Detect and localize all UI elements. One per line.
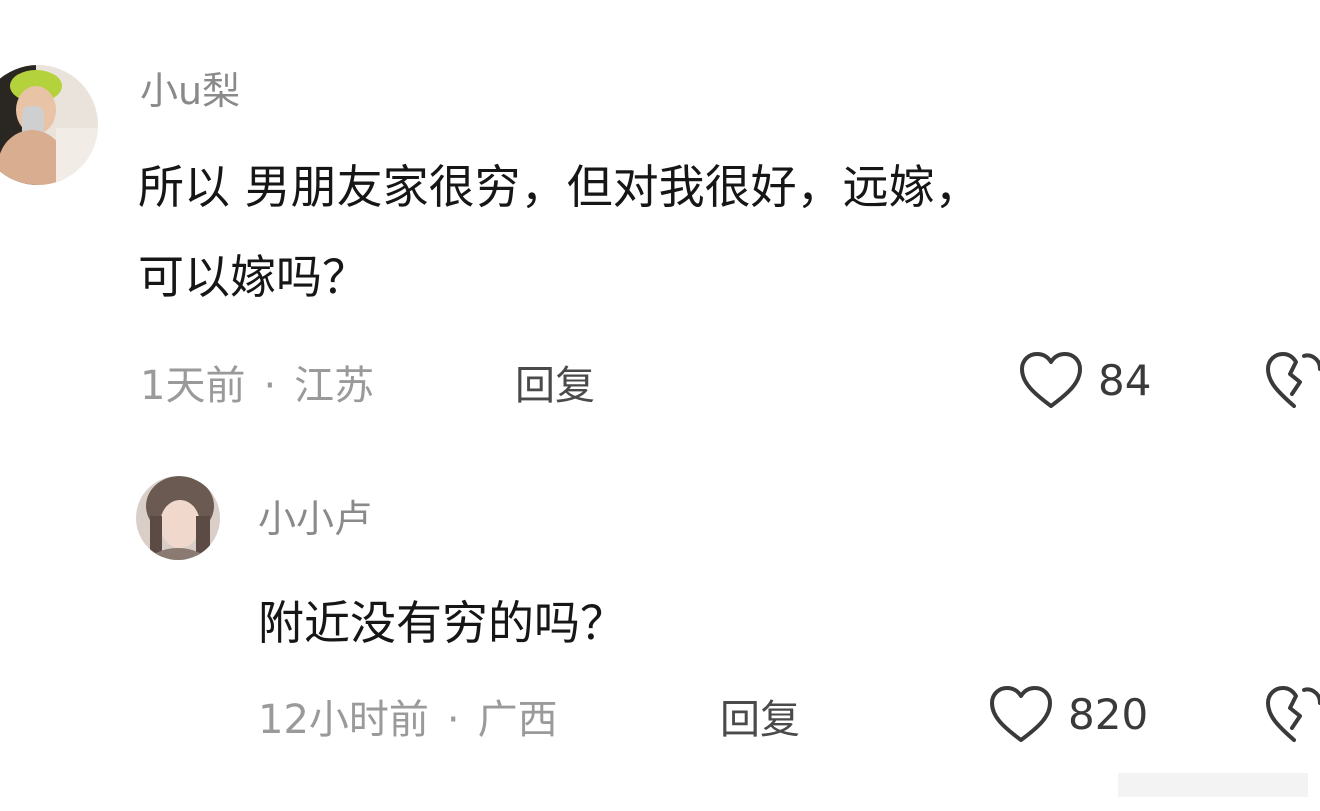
- meta-separator: ·: [263, 363, 277, 409]
- timestamp: 12小时前: [258, 697, 429, 743]
- avatar[interactable]: [0, 48, 102, 202]
- like-count: 84: [1098, 356, 1152, 405]
- location: 江苏: [294, 363, 375, 409]
- heart-icon: [1020, 352, 1082, 408]
- broken-heart-icon: [1266, 686, 1320, 742]
- watermark: [1118, 765, 1308, 805]
- reply-button[interactable]: 回复: [720, 700, 800, 740]
- dislike-button[interactable]: [1264, 350, 1320, 416]
- meta-separator: ·: [446, 697, 460, 743]
- broken-heart-icon: [1266, 352, 1320, 408]
- dislike-button[interactable]: [1264, 684, 1320, 750]
- watermark-graphic: [1118, 773, 1308, 797]
- heart-icon: [990, 686, 1052, 742]
- location: 广西: [477, 697, 558, 743]
- username[interactable]: 小小卢: [258, 500, 372, 538]
- comment-meta: 12小时前 · 广西: [258, 700, 558, 740]
- like-button[interactable]: 84: [1018, 350, 1151, 412]
- avatar[interactable]: [136, 476, 220, 560]
- comment-text: 附近没有穷的吗？: [258, 596, 626, 650]
- comment-text: 所以 男朋友家很穷，但对我很好，远嫁， 可以嫁吗？: [138, 160, 981, 304]
- avatar-image: [0, 65, 98, 185]
- avatar-image: [136, 476, 220, 560]
- timestamp: 1天前: [140, 363, 246, 409]
- like-count: 820: [1068, 690, 1149, 739]
- reply-button[interactable]: 回复: [515, 366, 595, 406]
- like-button[interactable]: 820: [988, 684, 1148, 746]
- comment-meta: 1天前 · 江苏: [140, 366, 374, 406]
- username[interactable]: 小u梨: [140, 72, 240, 110]
